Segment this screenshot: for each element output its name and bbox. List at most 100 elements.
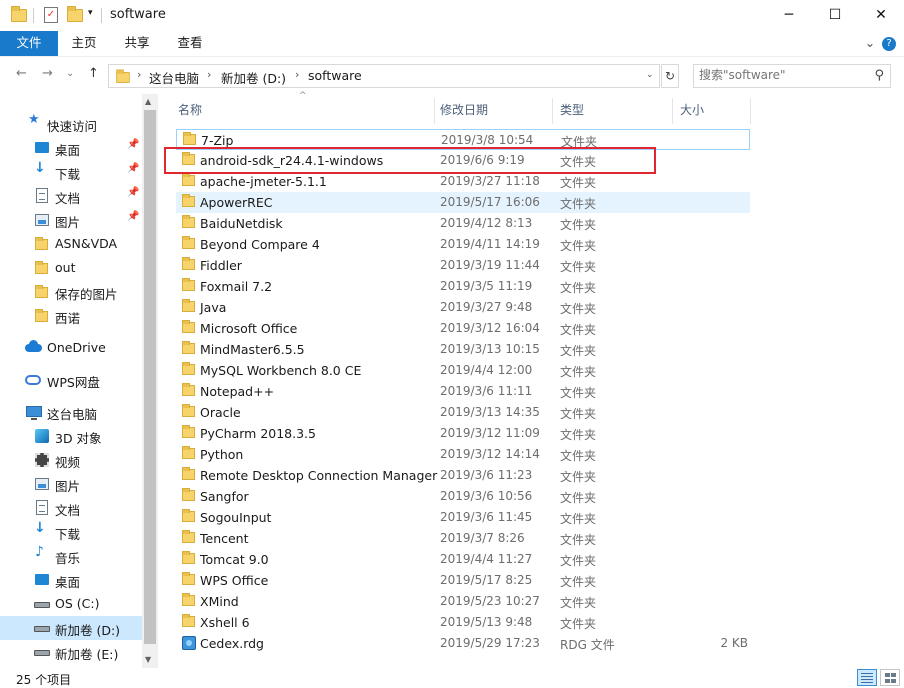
file-type: 文件夹 [560,197,597,211]
table-row[interactable]: MindMaster6.5.5 2019/3/13 10:15 文件夹 [176,339,750,360]
drive-icon [34,596,50,612]
sidebar-item-documents-pc[interactable]: 文档 [0,496,142,520]
refresh-button[interactable]: ↻ [661,64,679,88]
table-row[interactable]: WPS Office 2019/5/17 8:25 文件夹 [176,570,750,591]
table-row[interactable]: Fiddler 2019/3/19 11:44 文件夹 [176,255,750,276]
tab-file[interactable]: 文件 [0,31,58,56]
column-divider[interactable] [552,98,553,124]
breadcrumb-separator[interactable]: › [207,68,211,81]
breadcrumb-drive-d[interactable]: 新加卷 (D:) [221,68,286,87]
table-row[interactable]: Remote Desktop Connection Manager 2019/3/… [176,465,750,486]
table-row[interactable]: BaiduNetdisk 2019/4/12 8:13 文件夹 [176,213,750,234]
search-input[interactable] [699,68,869,82]
table-row[interactable]: Notepad++ 2019/3/6 11:11 文件夹 [176,381,750,402]
tab-share[interactable]: 共享 [110,31,164,56]
table-row[interactable]: Java 2019/3/27 9:48 文件夹 [176,297,750,318]
table-row[interactable]: Xshell 6 2019/5/13 9:48 文件夹 [176,612,750,633]
file-date: 2019/3/8 10:54 [441,133,534,147]
table-row[interactable]: MySQL Workbench 8.0 CE 2019/4/4 12:00 文件夹 [176,360,750,381]
table-row[interactable]: Oracle 2019/3/13 14:35 文件夹 [176,402,750,423]
table-row[interactable]: Foxmail 7.2 2019/3/5 11:19 文件夹 [176,276,750,297]
search-icon[interactable]: ⚲ [874,68,884,83]
file-name: Sangfor [200,489,249,504]
sidebar-item-asn-vda[interactable]: ASN&VDA [0,232,142,256]
table-row[interactable]: ApowerREC 2019/5/17 16:06 文件夹 [176,192,750,213]
sidebar-item-3d-objects[interactable]: 3D 对象 [0,424,142,448]
sidebar-item-drive-d[interactable]: 新加卷 (D:) [0,616,142,640]
sidebar-scrollbar[interactable]: ▲ ▼ [142,94,158,668]
search-box[interactable]: ⚲ [693,64,891,88]
ribbon-expand-icon[interactable]: ⌄ [860,31,880,56]
recent-locations-icon[interactable]: ⌄ [66,68,74,79]
file-type: 文件夹 [560,617,597,631]
help-icon[interactable]: ? [882,37,896,51]
sidebar-item-pictures-pc[interactable]: 图片 [0,472,142,496]
scrollbar-thumb[interactable] [144,110,156,644]
column-header-name[interactable]: 名称 [178,97,434,125]
column-divider[interactable] [750,98,751,124]
breadcrumb-software[interactable]: software [308,68,362,83]
sidebar-item-wps-cloud[interactable]: WPS网盘 [0,368,142,392]
sidebar-item-documents[interactable]: 文档 📌 [0,184,142,208]
tab-view[interactable]: 查看 [164,31,216,56]
minimize-button[interactable]: ─ [766,0,812,31]
breadcrumb-this-pc[interactable]: 这台电脑 [149,68,199,87]
address-bar[interactable]: › 这台电脑 › 新加卷 (D:) › software ⌄ [108,64,660,88]
properties-icon[interactable]: ✓ [44,7,58,23]
new-folder-icon[interactable] [67,6,83,22]
breadcrumb-separator[interactable]: › [295,68,299,81]
details-view-button[interactable] [857,669,877,686]
file-type: 文件夹 [560,470,597,484]
forward-button[interactable]: → [42,66,53,81]
scroll-down-icon[interactable]: ▼ [145,655,151,664]
column-divider[interactable] [434,98,435,124]
sidebar-item-drive-e[interactable]: 新加卷 (E:) [0,640,142,664]
column-divider[interactable] [672,98,673,124]
file-type: 文件夹 [560,218,597,232]
sidebar-item-xinuo[interactable]: 西诺 [0,304,142,328]
sidebar-item-music[interactable]: ♪ 音乐 [0,544,142,568]
sidebar-item-this-pc[interactable]: 这台电脑 [0,400,142,424]
up-button[interactable]: ↑ [88,66,99,81]
sidebar-item-videos[interactable]: 视频 [0,448,142,472]
file-name: Microsoft Office [200,321,298,336]
table-row[interactable]: PyCharm 2018.3.5 2019/3/12 11:09 文件夹 [176,423,750,444]
column-header-type[interactable]: 类型 [560,97,672,125]
column-header-size[interactable]: 大小 [680,97,750,125]
table-row[interactable]: Cedex.rdg 2019/5/29 17:23 RDG 文件 2 KB [176,633,750,654]
quick-access-dropdown-icon[interactable]: ▾ [88,8,93,25]
table-row[interactable]: Tencent 2019/3/7 8:26 文件夹 [176,528,750,549]
sidebar-item-onedrive[interactable]: OneDrive [0,336,142,360]
large-icons-view-button[interactable] [880,669,900,686]
table-row[interactable]: Beyond Compare 4 2019/4/11 14:19 文件夹 [176,234,750,255]
breadcrumb-separator[interactable]: › [137,68,141,81]
desktop-icon [34,572,50,588]
table-row[interactable]: Microsoft Office 2019/3/12 16:04 文件夹 [176,318,750,339]
file-type: 文件夹 [560,176,597,190]
sidebar-item-desktop-pc[interactable]: 桌面 [0,568,142,592]
sidebar-item-quick-access[interactable]: ★ 快速访问 [0,112,142,136]
address-dropdown-icon[interactable]: ⌄ [646,70,654,80]
sidebar-item-desktop[interactable]: 桌面 📌 [0,136,142,160]
close-button[interactable]: ✕ [858,0,904,31]
sidebar-item-drive-c[interactable]: OS (C:) [0,592,142,616]
tab-home[interactable]: 主页 [58,31,110,56]
maximize-button[interactable]: ☐ [812,0,858,31]
back-button[interactable]: ← [16,66,27,81]
sidebar-item-downloads[interactable]: ↓ 下载 📌 [0,160,142,184]
table-row[interactable]: Tomcat 9.0 2019/4/4 11:27 文件夹 [176,549,750,570]
file-date: 2019/5/17 16:06 [440,195,540,209]
sidebar-item-pictures[interactable]: 图片 📌 [0,208,142,232]
table-row[interactable]: apache-jmeter-5.1.1 2019/3/27 11:18 文件夹 [176,171,750,192]
column-header-date[interactable]: 修改日期 [440,97,552,125]
sidebar-item-saved-pictures[interactable]: 保存的图片 [0,280,142,304]
table-row[interactable]: Python 2019/3/12 14:14 文件夹 [176,444,750,465]
sidebar-item-label: 桌面 [55,575,81,590]
sidebar-item-out[interactable]: out [0,256,142,280]
table-row[interactable]: Sangfor 2019/3/6 10:56 文件夹 [176,486,750,507]
sidebar-item-downloads-pc[interactable]: ↓ 下载 [0,520,142,544]
file-name: Python [200,447,244,462]
scroll-up-icon[interactable]: ▲ [145,97,151,106]
table-row[interactable]: XMind 2019/5/23 10:27 文件夹 [176,591,750,612]
table-row[interactable]: SogouInput 2019/3/6 11:45 文件夹 [176,507,750,528]
